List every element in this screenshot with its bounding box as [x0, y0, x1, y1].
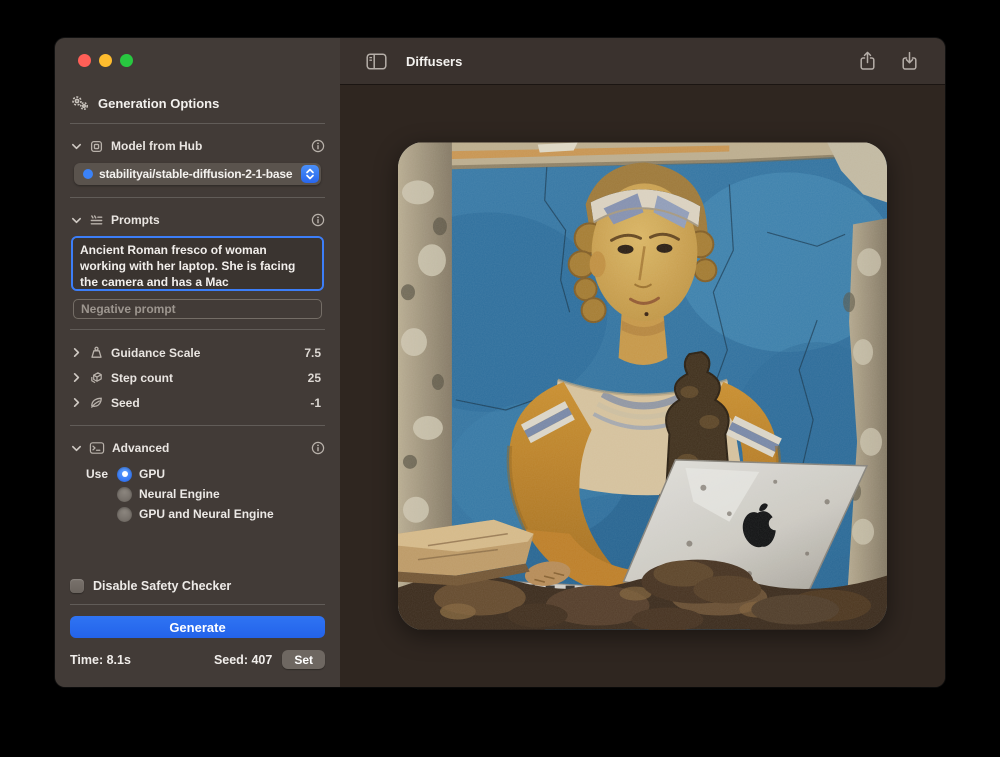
generation-options-header: Generation Options	[70, 95, 327, 111]
titlebar: Diffusers	[340, 38, 945, 85]
text-quote-icon	[89, 213, 104, 228]
generated-image	[398, 142, 887, 630]
step-count-label: Step count	[111, 371, 173, 385]
prompts-label: Prompts	[111, 213, 160, 227]
download-button[interactable]	[895, 49, 923, 73]
radio-neural-engine[interactable]	[117, 487, 132, 502]
cube-steps-icon	[89, 370, 104, 385]
prompts-row[interactable]: Prompts	[70, 211, 325, 229]
model-from-hub-label: Model from Hub	[111, 139, 202, 153]
generate-button[interactable]: Generate	[70, 616, 325, 638]
cpu-icon	[89, 139, 104, 154]
traffic-lights	[78, 54, 327, 67]
time-status: Time: 8.1s	[70, 653, 131, 667]
close-button[interactable]	[78, 54, 91, 67]
status-bar: Time: 8.1s Seed: 407 Set	[70, 650, 325, 669]
seed-row[interactable]: Seed -1	[70, 394, 325, 411]
advanced-label: Advanced	[112, 441, 169, 455]
model-select-value: stabilityai/stable-diffusion-2-1-base	[99, 167, 298, 181]
radio-neural-engine-label: Neural Engine	[139, 487, 220, 501]
sidebar-bottom: Disable Safety Checker Generate Time: 8.…	[68, 579, 327, 671]
chevron-down-icon	[70, 215, 82, 226]
sidebar-toggle-button[interactable]	[362, 49, 390, 73]
guidance-scale-label: Guidance Scale	[111, 346, 200, 360]
radio-gpu-and-neural-engine[interactable]	[117, 507, 132, 522]
generation-options-sidebar: Generation Options Model from Hub	[55, 38, 340, 687]
generation-options-title: Generation Options	[98, 96, 219, 111]
disable-safety-checkbox[interactable]	[70, 579, 84, 593]
negative-prompt-input[interactable]	[73, 299, 322, 319]
scale-mass-icon	[89, 345, 104, 360]
use-label: Use	[86, 467, 108, 481]
chevron-right-icon	[70, 397, 82, 408]
model-from-hub-row[interactable]: Model from Hub	[70, 137, 325, 155]
info-icon[interactable]	[311, 213, 325, 227]
disable-safety-label: Disable Safety Checker	[93, 579, 231, 593]
guidance-scale-value: 7.5	[304, 346, 325, 360]
window-title: Diffusers	[406, 54, 462, 69]
diffusers-window: Generation Options Model from Hub	[55, 38, 945, 687]
divider	[70, 329, 325, 330]
minimize-button[interactable]	[99, 54, 112, 67]
zoom-button[interactable]	[120, 54, 133, 67]
seed-status: Seed: 407	[214, 653, 272, 667]
desktop: Generation Options Model from Hub	[0, 0, 1000, 757]
chevron-right-icon	[70, 347, 82, 358]
radio-gpu-label: GPU	[139, 467, 165, 481]
seed-label: Seed	[111, 396, 140, 410]
safety-checker-row[interactable]: Disable Safety Checker	[70, 579, 325, 593]
gears-icon	[70, 95, 90, 111]
prompt-input[interactable]: Ancient Roman fresco of woman working wi…	[71, 236, 324, 291]
guidance-scale-row[interactable]: Guidance Scale 7.5	[70, 344, 325, 361]
info-icon[interactable]	[311, 139, 325, 153]
leaf-icon	[89, 395, 104, 410]
image-canvas	[340, 85, 945, 687]
divider	[70, 604, 325, 605]
divider	[70, 123, 325, 124]
terminal-icon	[89, 441, 105, 455]
chevron-down-icon	[70, 443, 82, 454]
chevron-right-icon	[70, 372, 82, 383]
seed-value: -1	[310, 396, 325, 410]
divider	[70, 425, 325, 426]
radio-gpu-and-neural-engine-label: GPU and Neural Engine	[139, 507, 274, 521]
chevron-down-icon	[70, 141, 82, 152]
step-count-row[interactable]: Step count 25	[70, 369, 325, 386]
popup-chevrons-icon	[301, 165, 319, 183]
main-area: Diffusers	[340, 38, 945, 687]
model-select[interactable]: stabilityai/stable-diffusion-2-1-base	[74, 163, 321, 185]
divider	[70, 197, 325, 198]
radio-gpu[interactable]	[117, 467, 132, 482]
advanced-row[interactable]: Advanced	[70, 439, 325, 457]
share-button[interactable]	[853, 49, 881, 73]
step-count-value: 25	[308, 371, 325, 385]
set-seed-button[interactable]: Set	[282, 650, 325, 669]
compute-unit-group: Use GPU Neural Engine GPU and Neural Eng…	[86, 466, 325, 526]
info-icon[interactable]	[311, 441, 325, 455]
model-status-dot	[83, 169, 93, 179]
